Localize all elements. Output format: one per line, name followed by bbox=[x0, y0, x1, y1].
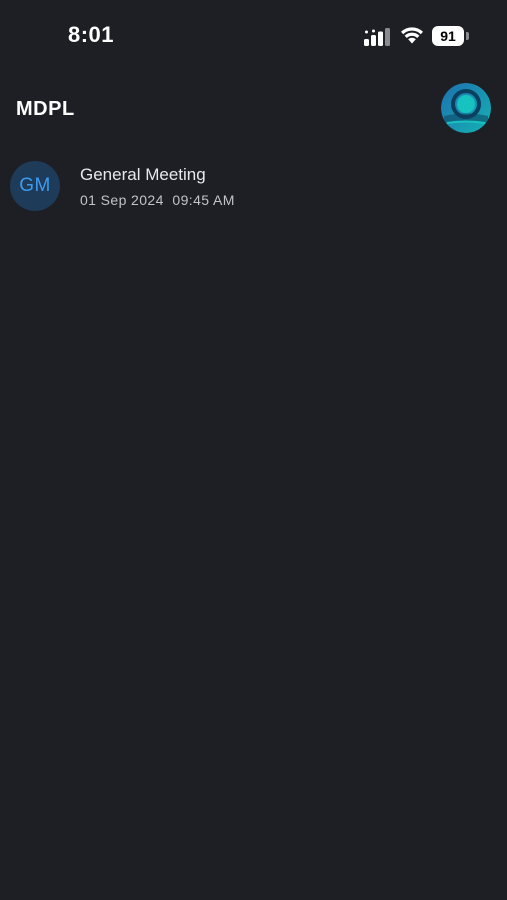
page-title: MDPL bbox=[16, 98, 75, 120]
meeting-title: General Meeting bbox=[80, 165, 206, 184]
battery-tip bbox=[466, 32, 469, 40]
profile-avatar-logo bbox=[441, 83, 491, 133]
battery-level: 91 bbox=[440, 28, 456, 44]
meeting-list: GM General Meeting 01 Sep 2024 09:45 AM bbox=[0, 150, 507, 220]
wifi-icon bbox=[401, 27, 423, 44]
meeting-datetime: 01 Sep 2024 09:45 AM bbox=[80, 192, 235, 208]
meeting-initials-avatar: GM bbox=[10, 161, 60, 211]
status-bar: 8:01 91 bbox=[0, 0, 507, 72]
battery-icon: 91 bbox=[432, 26, 470, 46]
list-item[interactable]: GM General Meeting 01 Sep 2024 09:45 AM bbox=[0, 150, 507, 220]
signal-icon bbox=[364, 28, 390, 46]
profile-avatar[interactable] bbox=[441, 83, 491, 133]
battery-body: 91 bbox=[432, 26, 464, 46]
app-header: MDPL bbox=[0, 78, 507, 138]
meeting-time: 09:45 AM bbox=[172, 192, 235, 208]
status-time: 8:01 bbox=[68, 22, 115, 47]
meeting-date: 01 Sep 2024 bbox=[80, 192, 164, 208]
